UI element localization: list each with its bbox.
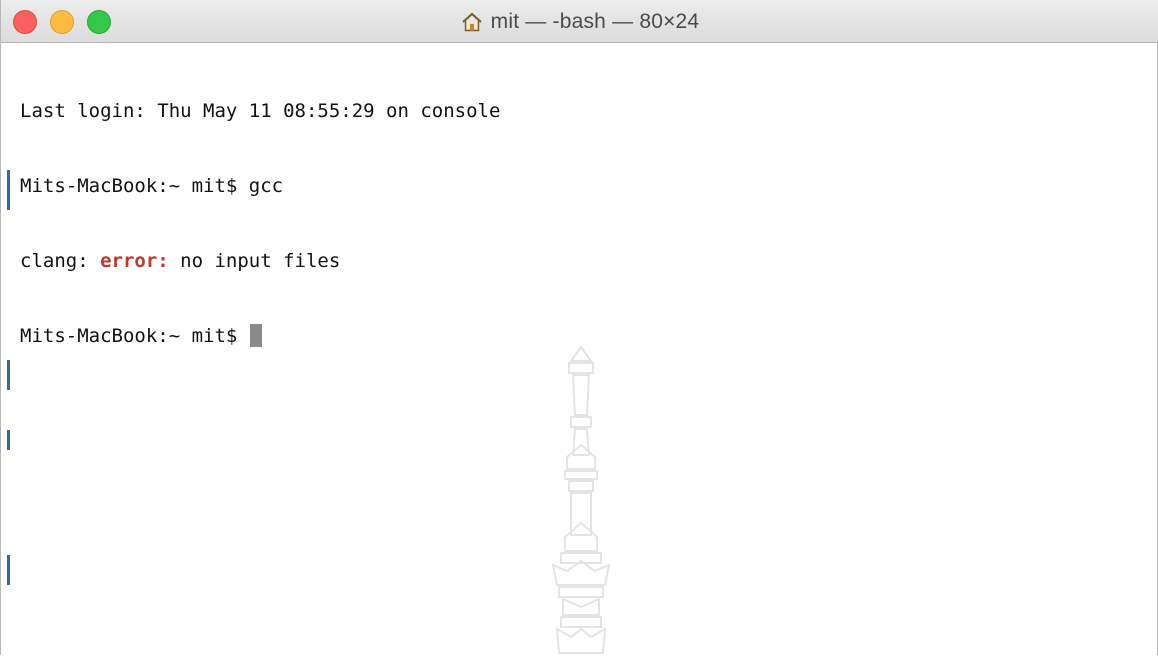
terminal-line: clang: error: no input files xyxy=(20,249,1140,274)
window-title-group: mit — -bash — 80×24 xyxy=(1,0,1158,43)
terminal-line: Mits-MacBook:~ mit$ gcc xyxy=(20,174,1140,199)
shell-prompt: Mits-MacBook:~ mit$ xyxy=(20,175,249,197)
terminal-window: mit — -bash — 80×24 Last login: Thu May … xyxy=(0,0,1158,655)
error-message: no input files xyxy=(168,250,341,272)
edge-marker xyxy=(7,430,10,450)
last-login-text: Last login: Thu May 11 08:55:29 on conso… xyxy=(20,100,501,122)
terminal-line: Last login: Thu May 11 08:55:29 on conso… xyxy=(20,99,1140,124)
window-title: mit — -bash — 80×24 xyxy=(490,9,700,33)
error-label: error: xyxy=(100,250,169,272)
temple-spire-watermark xyxy=(541,345,621,655)
command-text: gcc xyxy=(248,175,284,197)
title-bar[interactable]: mit — -bash — 80×24 xyxy=(1,0,1158,43)
shell-prompt: Mits-MacBook:~ mit$ xyxy=(20,325,249,347)
text-cursor xyxy=(249,324,262,347)
home-icon xyxy=(461,12,483,32)
edge-marker xyxy=(7,555,10,585)
error-prefix: clang: xyxy=(20,250,101,272)
edge-marker xyxy=(7,360,10,390)
edge-marker xyxy=(7,170,10,210)
